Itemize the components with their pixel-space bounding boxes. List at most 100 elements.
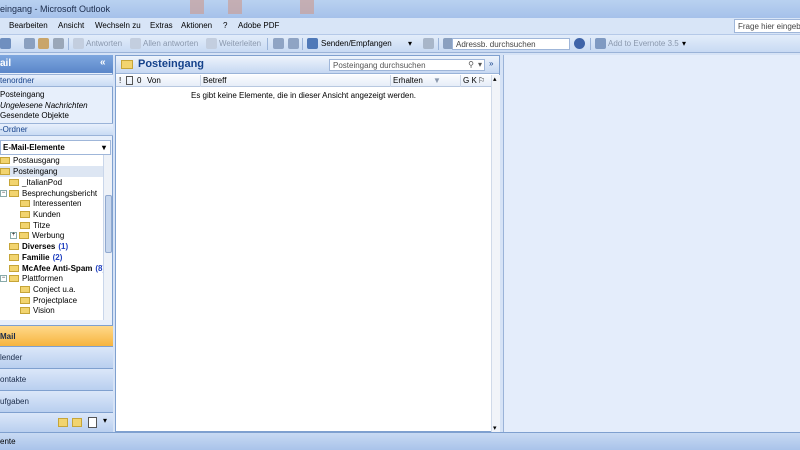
send-receive-icon[interactable] xyxy=(307,38,318,49)
nav-button-mail[interactable]: Mail xyxy=(0,325,113,347)
toolbar-separator xyxy=(302,38,303,50)
nav-button-calendar[interactable]: lender xyxy=(0,346,113,368)
scrollbar-thumb[interactable] xyxy=(105,195,112,253)
menu-actions[interactable]: Aktionen xyxy=(181,21,212,30)
size-categories-column-header[interactable]: G K xyxy=(463,76,477,85)
folder-vision[interactable]: Vision xyxy=(20,305,55,316)
move-to-folder-icon[interactable] xyxy=(38,38,49,49)
folder-plattformen[interactable]: − Plattformen xyxy=(0,273,63,284)
favorite-sent[interactable]: Gesendete Objekte xyxy=(0,111,69,120)
new-item-icon[interactable] xyxy=(0,38,11,49)
column-separator xyxy=(390,75,391,87)
folder-inbox[interactable]: Posteingang xyxy=(0,166,104,177)
add-to-evernote-button[interactable]: Add to Evernote 3.5 xyxy=(608,39,679,48)
reply-all-icon[interactable] xyxy=(130,38,141,49)
attachment-column-icon[interactable]: 0 xyxy=(137,76,141,85)
received-column-header[interactable]: Erhalten xyxy=(393,76,423,85)
folder-icon xyxy=(9,190,19,197)
folder-icon xyxy=(0,168,10,175)
folder-icon xyxy=(0,157,10,164)
window-decoration xyxy=(228,0,242,14)
filter-icon[interactable] xyxy=(288,38,299,49)
folder-diverses[interactable]: Diverses (1) xyxy=(9,241,68,252)
nav-pane-header: ail « xyxy=(0,55,113,73)
menu-help[interactable]: ? xyxy=(223,21,227,30)
from-column-header[interactable]: Von xyxy=(147,76,161,85)
print-icon[interactable] xyxy=(24,38,35,49)
send-receive-dropdown-icon[interactable]: ▾ xyxy=(408,39,412,48)
shortcuts-icon[interactable] xyxy=(88,417,97,428)
folder-icon xyxy=(20,222,30,229)
expand-query-icon[interactable]: » xyxy=(489,59,493,68)
collapse-icon[interactable]: − xyxy=(0,190,7,197)
favorite-inbox[interactable]: Posteingang xyxy=(0,90,44,99)
flag-icon[interactable] xyxy=(273,38,284,49)
reply-button[interactable]: Antworten xyxy=(86,39,122,48)
collapse-pane-icon[interactable]: « xyxy=(100,57,106,68)
mail-folders-section-header[interactable]: -Ordner xyxy=(0,123,113,136)
nav-button-contacts[interactable]: ontakte xyxy=(0,368,113,390)
dropdown-arrow-icon: ▾ xyxy=(101,143,106,152)
menu-bar: Bearbeiten Ansicht Wechseln zu Extras Ak… xyxy=(0,18,800,35)
mail-items-dropdown[interactable]: E-Mail-Elemente ▾ xyxy=(0,140,111,155)
notes-icon[interactable] xyxy=(58,418,68,427)
help-search-box[interactable]: Frage hier eingeben xyxy=(734,19,800,33)
menu-tools[interactable]: Extras xyxy=(150,21,173,30)
inbox-search-input[interactable]: Posteingang durchsuchen ⚲ ▾ xyxy=(329,59,485,71)
reply-all-button[interactable]: Allen antworten xyxy=(143,39,198,48)
inbox-scrollbar[interactable]: ▴ ▾ xyxy=(491,75,500,432)
folder-conject[interactable]: Conject u.a. xyxy=(20,284,76,295)
expand-icon[interactable]: + xyxy=(10,232,17,239)
menu-goto[interactable]: Wechseln zu xyxy=(95,21,141,30)
folder-icon xyxy=(9,275,19,282)
collapse-icon[interactable]: − xyxy=(0,275,7,282)
folder-icon xyxy=(20,297,30,304)
search-options-icon[interactable]: ▾ xyxy=(478,60,482,69)
subject-column-header[interactable]: Betreff xyxy=(203,76,226,85)
nav-button-mail-label: Mail xyxy=(0,332,16,341)
icon-column-icon[interactable] xyxy=(126,76,133,85)
folder-icon xyxy=(9,243,19,250)
toolbar-separator xyxy=(438,38,439,50)
favorites-section-title: tenordner xyxy=(0,76,35,85)
configure-buttons-icon[interactable]: ▾ xyxy=(103,416,107,425)
folder-italianpod[interactable]: _ItalianPod xyxy=(9,177,62,188)
column-separator xyxy=(460,75,461,87)
evernote-icon[interactable] xyxy=(595,38,606,49)
importance-column-icon[interactable]: ! xyxy=(119,76,121,85)
inbox-pane: Posteingang Posteingang durchsuchen ⚲ ▾ … xyxy=(115,55,500,432)
scroll-up-icon[interactable]: ▴ xyxy=(493,75,497,83)
sort-descending-icon: ▼ xyxy=(433,76,441,85)
folder-icon xyxy=(20,286,30,293)
folder-icon xyxy=(20,211,30,218)
menu-edit[interactable]: Bearbeiten xyxy=(9,21,48,30)
scroll-down-icon[interactable]: ▾ xyxy=(493,424,497,432)
address-book-icon[interactable] xyxy=(423,38,434,49)
help-icon[interactable] xyxy=(574,38,585,49)
folder-icon xyxy=(9,254,19,261)
title-bar: eingang - Microsoft Outlook xyxy=(0,0,800,18)
status-bar: ente xyxy=(0,432,800,450)
delete-icon[interactable] xyxy=(53,38,64,49)
folder-list-icon[interactable] xyxy=(72,418,82,427)
folder-werbung[interactable]: + Werbung xyxy=(10,230,64,241)
favorites-section-header[interactable]: tenordner xyxy=(0,74,113,87)
forward-icon[interactable] xyxy=(206,38,217,49)
nav-pane-title: ail xyxy=(0,58,12,69)
folder-interessenten[interactable]: Interessenten xyxy=(20,198,81,209)
nav-button-tasks[interactable]: ufgaben xyxy=(0,390,113,412)
folder-kunden[interactable]: Kunden xyxy=(20,209,61,220)
reply-icon[interactable] xyxy=(73,38,84,49)
folder-familie[interactable]: Familie (2) xyxy=(9,252,62,263)
folder-outbox[interactable]: Postausgang xyxy=(0,155,60,166)
forward-button[interactable]: Weiterleiten xyxy=(219,39,261,48)
menu-adobe-pdf[interactable]: Adobe PDF xyxy=(238,21,279,30)
search-icon[interactable]: ⚲ xyxy=(468,60,474,69)
toolbar-overflow-icon[interactable]: ▾ xyxy=(682,39,686,48)
flag-status-column-icon[interactable]: ⚐ xyxy=(478,76,485,85)
folder-tree-scrollbar[interactable] xyxy=(103,155,112,320)
send-receive-button[interactable]: Senden/Empfangen xyxy=(321,39,392,48)
favorite-unread[interactable]: Ungelesene Nachrichten xyxy=(0,101,88,110)
address-book-search-input[interactable]: Adressb. durchsuchen xyxy=(452,38,570,50)
menu-view[interactable]: Ansicht xyxy=(58,21,84,30)
